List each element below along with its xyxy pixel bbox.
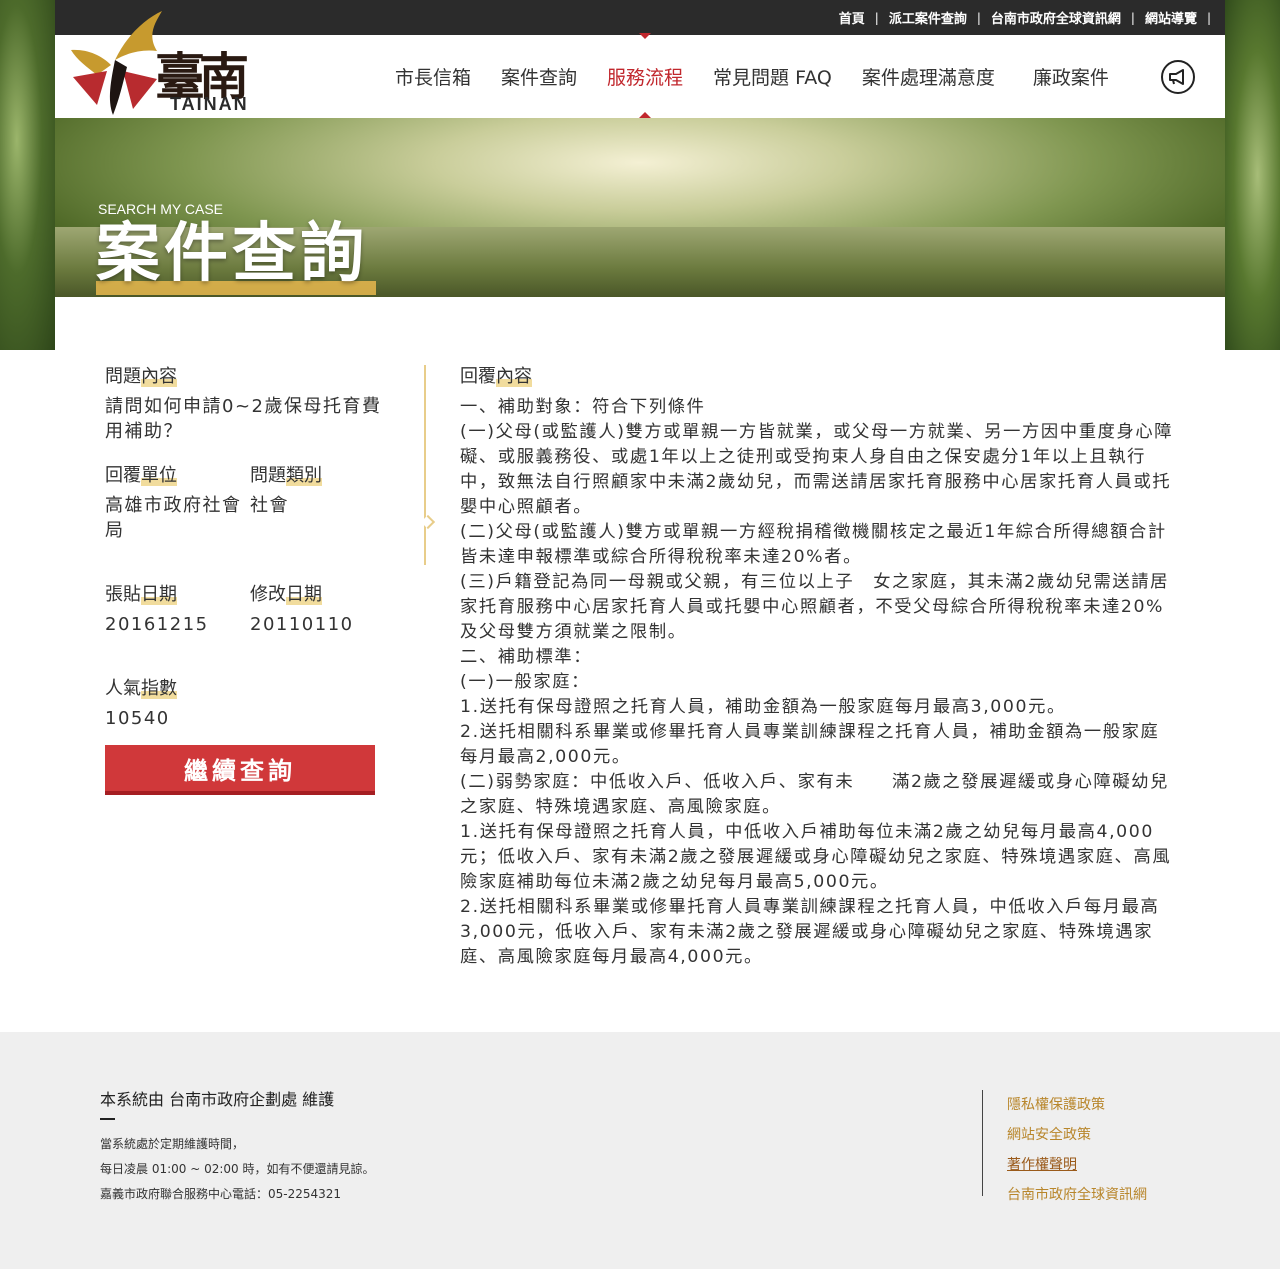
footer-maintainer: 本系統由 台南市政府企劃處 維護 xyxy=(100,1090,335,1109)
nav-service-process[interactable]: 服務流程 xyxy=(592,33,698,118)
post-date-label: 張貼日期 xyxy=(105,584,177,605)
case-detail-panel: 問題內容 請問如何申請0~2歲保母托育費用補助？ 回覆單位 高雄市政府社會局 問… xyxy=(55,297,1225,1032)
views-label: 人氣指數 xyxy=(105,678,177,699)
nav-integrity-cases[interactable]: 廉政案件 xyxy=(1018,63,1124,90)
continue-search-button[interactable]: 繼續查詢 xyxy=(105,745,375,795)
nav-case-search[interactable]: 案件查詢 xyxy=(486,63,592,90)
category-label: 問題類別 xyxy=(250,465,322,486)
reply-unit-label: 回覆單位 xyxy=(105,465,177,486)
footer-link-copyright[interactable]: 著作權聲明 xyxy=(1007,1150,1147,1180)
reply-section: 回覆內容 一、補助對象：符合下列條件 (一)父母(或監護人)雙方或單親一方皆就業… xyxy=(460,365,1176,970)
views-value: 10540 xyxy=(105,708,170,729)
top-link-sitemap[interactable]: 網站導覽 xyxy=(1145,8,1197,27)
logo-english-text: TAINAN xyxy=(170,94,249,114)
banner-subtitle: SEARCH MY CASE xyxy=(98,201,223,217)
modify-date-label: 修改日期 xyxy=(250,584,322,605)
banner-title: 案件查詢 xyxy=(96,217,368,291)
post-date-value: 20161215 xyxy=(105,614,209,635)
category-value: 社會 xyxy=(250,495,289,516)
footer-link-privacy[interactable]: 隱私權保護政策 xyxy=(1007,1090,1147,1120)
top-link-dispatch-search[interactable]: 派工案件查詢 xyxy=(889,8,967,27)
question-text: 請問如何申請0~2歲保母托育費用補助？ xyxy=(105,396,382,442)
main-nav: 市長信箱 案件查詢 服務流程 常見問題 FAQ 案件處理滿意度 廉政案件 xyxy=(380,33,1124,118)
reply-content: 一、補助對象：符合下列條件 (一)父母(或監護人)雙方或單親一方皆就業，或父母一… xyxy=(460,397,1174,967)
nav-mayor-mailbox[interactable]: 市長信箱 xyxy=(380,63,486,90)
column-divider xyxy=(424,365,426,565)
question-label: 問題內容 xyxy=(105,366,177,387)
site-footer: 本系統由 台南市政府企劃處 維護 當系統處於定期維護時間， 每日凌晨 01:00… xyxy=(0,1032,1280,1269)
page-container: 首頁 | 派工案件查詢 | 台南市政府全球資訊網 | 網站導覽 | 臺南 TAI… xyxy=(55,0,1225,1032)
footer-links: 隱私權保護政策 網站安全政策 著作權聲明 台南市政府全球資訊網 xyxy=(982,1090,1147,1203)
reply-label: 回覆內容 xyxy=(460,366,532,387)
nav-satisfaction[interactable]: 案件處理滿意度 xyxy=(847,63,1010,90)
footer-link-security[interactable]: 網站安全政策 xyxy=(1007,1120,1147,1150)
tainan-logo[interactable]: 臺南 TAINAN xyxy=(67,5,257,115)
nav-faq[interactable]: 常見問題 FAQ xyxy=(698,63,847,90)
footer-notes: 當系統處於定期維護時間， 每日凌晨 01:00 ~ 02:00 時，如有不便還請… xyxy=(100,1137,375,1201)
top-link-home[interactable]: 首頁 xyxy=(839,8,865,27)
modify-date-value: 20110110 xyxy=(250,614,354,635)
reply-unit-value: 高雄市政府社會局 xyxy=(105,495,242,541)
site-header: 臺南 TAINAN 市長信箱 案件查詢 服務流程 常見問題 FAQ 案件處理滿意… xyxy=(55,11,1225,118)
case-meta: 問題內容 請問如何申請0~2歲保母托育費用補助？ 回覆單位 高雄市政府社會局 問… xyxy=(105,365,395,731)
page-banner: SEARCH MY CASE 案件查詢 xyxy=(55,118,1225,297)
megaphone-icon[interactable] xyxy=(1161,60,1195,94)
top-link-city-portal[interactable]: 台南市政府全球資訊網 xyxy=(991,8,1121,27)
logo-emblem-icon xyxy=(71,11,162,115)
footer-link-city-portal[interactable]: 台南市政府全球資訊網 xyxy=(1007,1180,1147,1210)
